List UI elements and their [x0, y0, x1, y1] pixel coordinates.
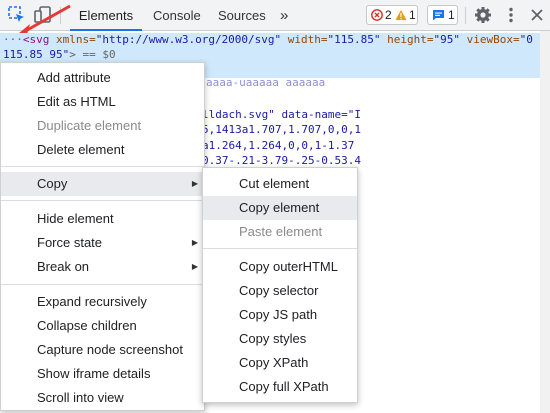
code-fragment: aaaa-uaaaaa aaaaaa — [206, 76, 326, 89]
error-count: 2 — [385, 8, 392, 22]
attr-name: width= — [281, 33, 328, 46]
message-icon — [433, 10, 444, 21]
attr-value: "http://www.w3.org/2000/svg" — [95, 33, 282, 46]
menu-separator — [203, 248, 357, 249]
more-options-icon[interactable] — [502, 6, 520, 24]
menu-item-capture-node-screenshot[interactable]: Capture node screenshot — [1, 338, 204, 362]
menu-item-break-on[interactable]: Break on ▶ — [1, 255, 204, 279]
menu-item-show-iframe-details[interactable]: Show iframe details — [1, 362, 204, 386]
menu-item-duplicate-element: Duplicate element — [37, 118, 142, 133]
submenu-arrow-icon: ▶ — [191, 238, 198, 247]
menu-separator — [1, 166, 204, 167]
node-ellipsis: ··· — [3, 33, 23, 46]
selected-node[interactable]: ···<svg xmlns="http://www.w3.org/2000/sv… — [0, 33, 550, 63]
menu-item-scroll-into-view[interactable]: Scroll into view — [1, 386, 204, 410]
menu-separator — [1, 284, 204, 285]
submenu-item-copy-selector[interactable]: Copy selector — [203, 279, 357, 303]
submenu-arrow-icon: ▶ — [191, 262, 198, 271]
attr-value: "115.85" — [327, 33, 381, 46]
code-fragment: lldach.svg" data-name="I — [202, 108, 361, 121]
attr-name: viewBox= — [460, 33, 520, 46]
more-tabs-button[interactable]: » — [280, 0, 288, 31]
submenu-item-copy-outerhtml[interactable]: Copy outerHTML — [203, 255, 357, 279]
attr-name: height= — [380, 33, 434, 46]
messages-counter[interactable]: 1 — [427, 5, 458, 25]
warning-icon — [395, 10, 407, 20]
submenu-arrow-icon: ▶ — [191, 179, 198, 188]
submenu-item-copy-js-path[interactable]: Copy JS path — [203, 303, 357, 327]
menu-separator — [1, 200, 204, 201]
submenu-item-copy-styles[interactable]: Copy styles — [203, 327, 357, 351]
attr-value: "95" — [433, 33, 461, 46]
code-fragment: 0.37-.21-3.79-.25-0.53.4 — [202, 154, 361, 167]
warning-count: 1 — [409, 8, 416, 22]
tab-sources[interactable]: Sources — [218, 0, 266, 31]
attr-value: 115.85 95" — [3, 48, 70, 61]
menu-item-add-attribute[interactable]: Add attribute — [1, 66, 204, 90]
settings-gear-icon[interactable] — [474, 6, 492, 24]
submenu-item-paste-element: Paste element — [239, 224, 323, 239]
tab-console[interactable]: Console — [153, 0, 201, 31]
code-fragment: a1.264,1.264,0,0,1-1.37 — [202, 139, 355, 152]
attr-name: xmlns= — [49, 33, 96, 46]
message-count: 1 — [448, 8, 455, 22]
menu-item-copy-label: Copy — [37, 176, 68, 191]
submenu-item-copy-xpath[interactable]: Copy XPath — [203, 351, 357, 375]
submenu-item-copy-full-xpath[interactable]: Copy full XPath — [203, 375, 357, 399]
context-menu: Add attribute Edit as HTML Duplicate ele… — [0, 62, 205, 411]
menu-item-copy[interactable]: Copy ▶ — [1, 172, 204, 196]
menu-item-hide-element[interactable]: Hide element — [1, 207, 204, 231]
menu-item-delete-element[interactable]: Delete element — [1, 138, 204, 162]
menu-item-edit-as-html[interactable]: Edit as HTML — [1, 90, 204, 114]
error-icon — [371, 9, 383, 21]
menu-item-break-on-label: Break on — [37, 259, 90, 274]
toolbar-separator — [465, 7, 466, 24]
vertical-scrollbar[interactable] — [540, 31, 550, 413]
issues-counter[interactable]: 2 1 — [366, 5, 418, 25]
code-fragment: 5,1413a1.707,1.707,0,0,1 — [202, 123, 361, 136]
menu-item-collapse-children[interactable]: Collapse children — [1, 314, 204, 338]
menu-item-expand-recursively[interactable]: Expand recursively — [1, 290, 204, 314]
copy-submenu: Cut element Copy element Paste element C… — [202, 167, 358, 403]
tag-name: <svg — [22, 33, 50, 46]
menu-item-force-state-label: Force state — [37, 235, 103, 250]
console-ref: > == $0 — [69, 48, 116, 61]
submenu-item-copy-element[interactable]: Copy element — [203, 196, 357, 220]
menu-item-force-state[interactable]: Force state ▶ — [1, 231, 204, 255]
close-devtools-icon[interactable] — [528, 6, 546, 24]
submenu-item-cut-element[interactable]: Cut element — [203, 172, 357, 196]
